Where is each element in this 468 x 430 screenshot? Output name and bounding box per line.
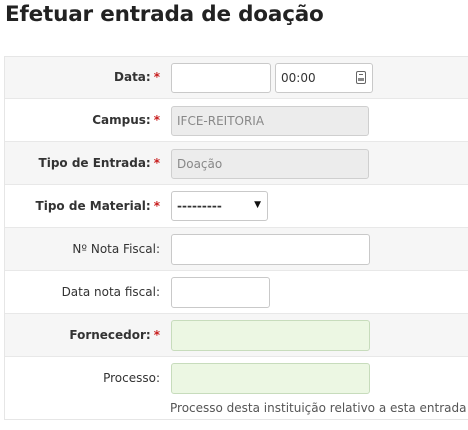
row-nota-fiscal: Nº Nota Fiscal:	[5, 228, 468, 271]
row-data: Data: * 00:00	[5, 57, 468, 99]
label-data-nota: Data nota fiscal:	[61, 285, 160, 299]
data-nota-input[interactable]	[171, 277, 270, 308]
label-data: Data: *	[114, 70, 160, 84]
page-title: Efetuar entrada de doação	[5, 2, 324, 27]
row-campus: Campus: * IFCE-REITORIA	[5, 99, 468, 142]
tipo-material-selected: ---------	[177, 199, 222, 213]
label-tipo-material: Tipo de Material: *	[35, 199, 160, 213]
processo-input[interactable]	[171, 363, 370, 394]
label-campus: Campus: *	[92, 113, 160, 127]
label-nota-fiscal: Nº Nota Fiscal:	[72, 242, 160, 256]
time-input[interactable]: 00:00	[275, 63, 373, 93]
row-data-nota: Data nota fiscal:	[5, 271, 468, 314]
fornecedor-input[interactable]	[171, 320, 370, 351]
row-tipo-entrada: Tipo de Entrada: * Doação	[5, 142, 468, 185]
label-processo: Processo:	[103, 371, 160, 385]
clock-icon[interactable]	[356, 71, 366, 84]
processo-help-text: Processo desta instituição relativo a es…	[170, 401, 467, 415]
date-input[interactable]	[171, 63, 271, 93]
tipo-material-select[interactable]: --------- ▼	[171, 191, 268, 221]
campus-input: IFCE-REITORIA	[171, 106, 369, 136]
row-fornecedor: Fornecedor: *	[5, 314, 468, 357]
label-fornecedor: Fornecedor: *	[69, 328, 160, 342]
label-tipo-entrada: Tipo de Entrada: *	[38, 156, 160, 170]
row-tipo-material: Tipo de Material: * --------- ▼	[5, 185, 468, 228]
time-value: 00:00	[281, 71, 316, 85]
chevron-down-icon: ▼	[254, 200, 261, 210]
nota-fiscal-input[interactable]	[171, 234, 370, 265]
tipo-entrada-input: Doação	[171, 149, 369, 179]
